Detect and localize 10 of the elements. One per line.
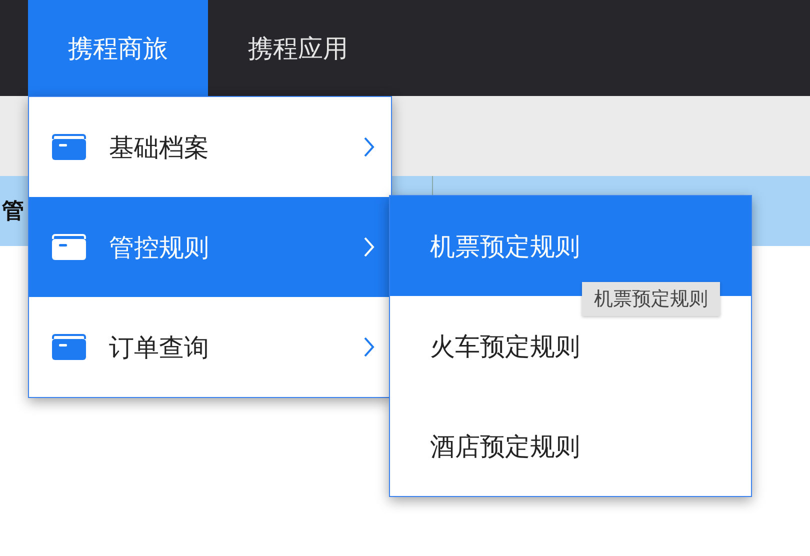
- menu-item[interactable]: 管控规则: [29, 197, 391, 297]
- tooltip: 机票预定规则: [582, 282, 720, 316]
- menu-item[interactable]: 酒店预定规则: [390, 396, 751, 496]
- menu-item[interactable]: 基础档案: [29, 97, 391, 197]
- menu-item[interactable]: 订单查询: [29, 297, 391, 397]
- nav-tab[interactable]: 携程商旅: [28, 0, 208, 96]
- nav-tab[interactable]: 携程应用: [208, 0, 388, 96]
- folder-icon: [51, 333, 87, 361]
- folder-icon: [51, 233, 87, 261]
- folder-icon: [51, 133, 87, 161]
